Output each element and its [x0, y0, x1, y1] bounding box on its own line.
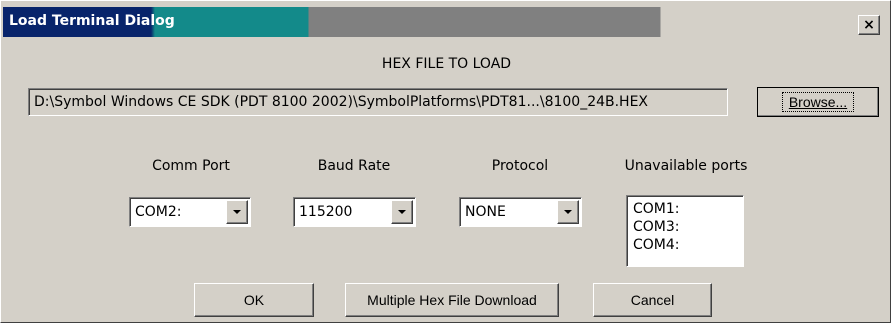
load-terminal-dialog: Load Terminal Dialog × HEX FILE TO LOAD … [0, 0, 891, 323]
list-item[interactable]: COM3: [633, 218, 737, 236]
comm-port-select[interactable]: COM2: [129, 197, 251, 227]
comm-port-value: COM2: [135, 204, 182, 220]
browse-button-label: Browse... [781, 92, 855, 112]
title-bar[interactable]: Load Terminal Dialog [3, 7, 889, 37]
baud-rate-value: 115200 [299, 204, 353, 220]
chevron-down-icon[interactable] [226, 200, 248, 224]
list-item[interactable]: COM1: [633, 200, 737, 218]
list-item[interactable]: COM4: [633, 236, 737, 254]
hex-file-heading: HEX FILE TO LOAD [381, 56, 512, 72]
chevron-down-icon[interactable] [391, 200, 413, 224]
unavailable-ports-list[interactable]: COM1: COM3: COM4: [626, 195, 744, 267]
close-button[interactable]: × [858, 15, 880, 35]
unavailable-ports-label: Unavailable ports [624, 158, 748, 174]
browse-button[interactable]: Browse... [757, 87, 879, 117]
protocol-label: Protocol [491, 158, 549, 174]
close-icon: × [863, 17, 875, 33]
chevron-down-icon[interactable] [557, 200, 579, 224]
comm-port-label: Comm Port [152, 158, 230, 174]
baud-rate-select[interactable]: 115200 [293, 197, 416, 227]
protocol-value: NONE [465, 204, 506, 220]
baud-rate-label: Baud Rate [317, 158, 391, 174]
multiple-hex-download-button[interactable]: Multiple Hex File Download [345, 283, 559, 317]
protocol-select[interactable]: NONE [459, 197, 582, 227]
hex-file-path-field[interactable]: D:\Symbol Windows CE SDK (PDT 8100 2002)… [28, 88, 728, 116]
ok-button[interactable]: OK [194, 283, 314, 317]
window-title: Load Terminal Dialog [9, 13, 175, 29]
cancel-button[interactable]: Cancel [593, 283, 712, 317]
